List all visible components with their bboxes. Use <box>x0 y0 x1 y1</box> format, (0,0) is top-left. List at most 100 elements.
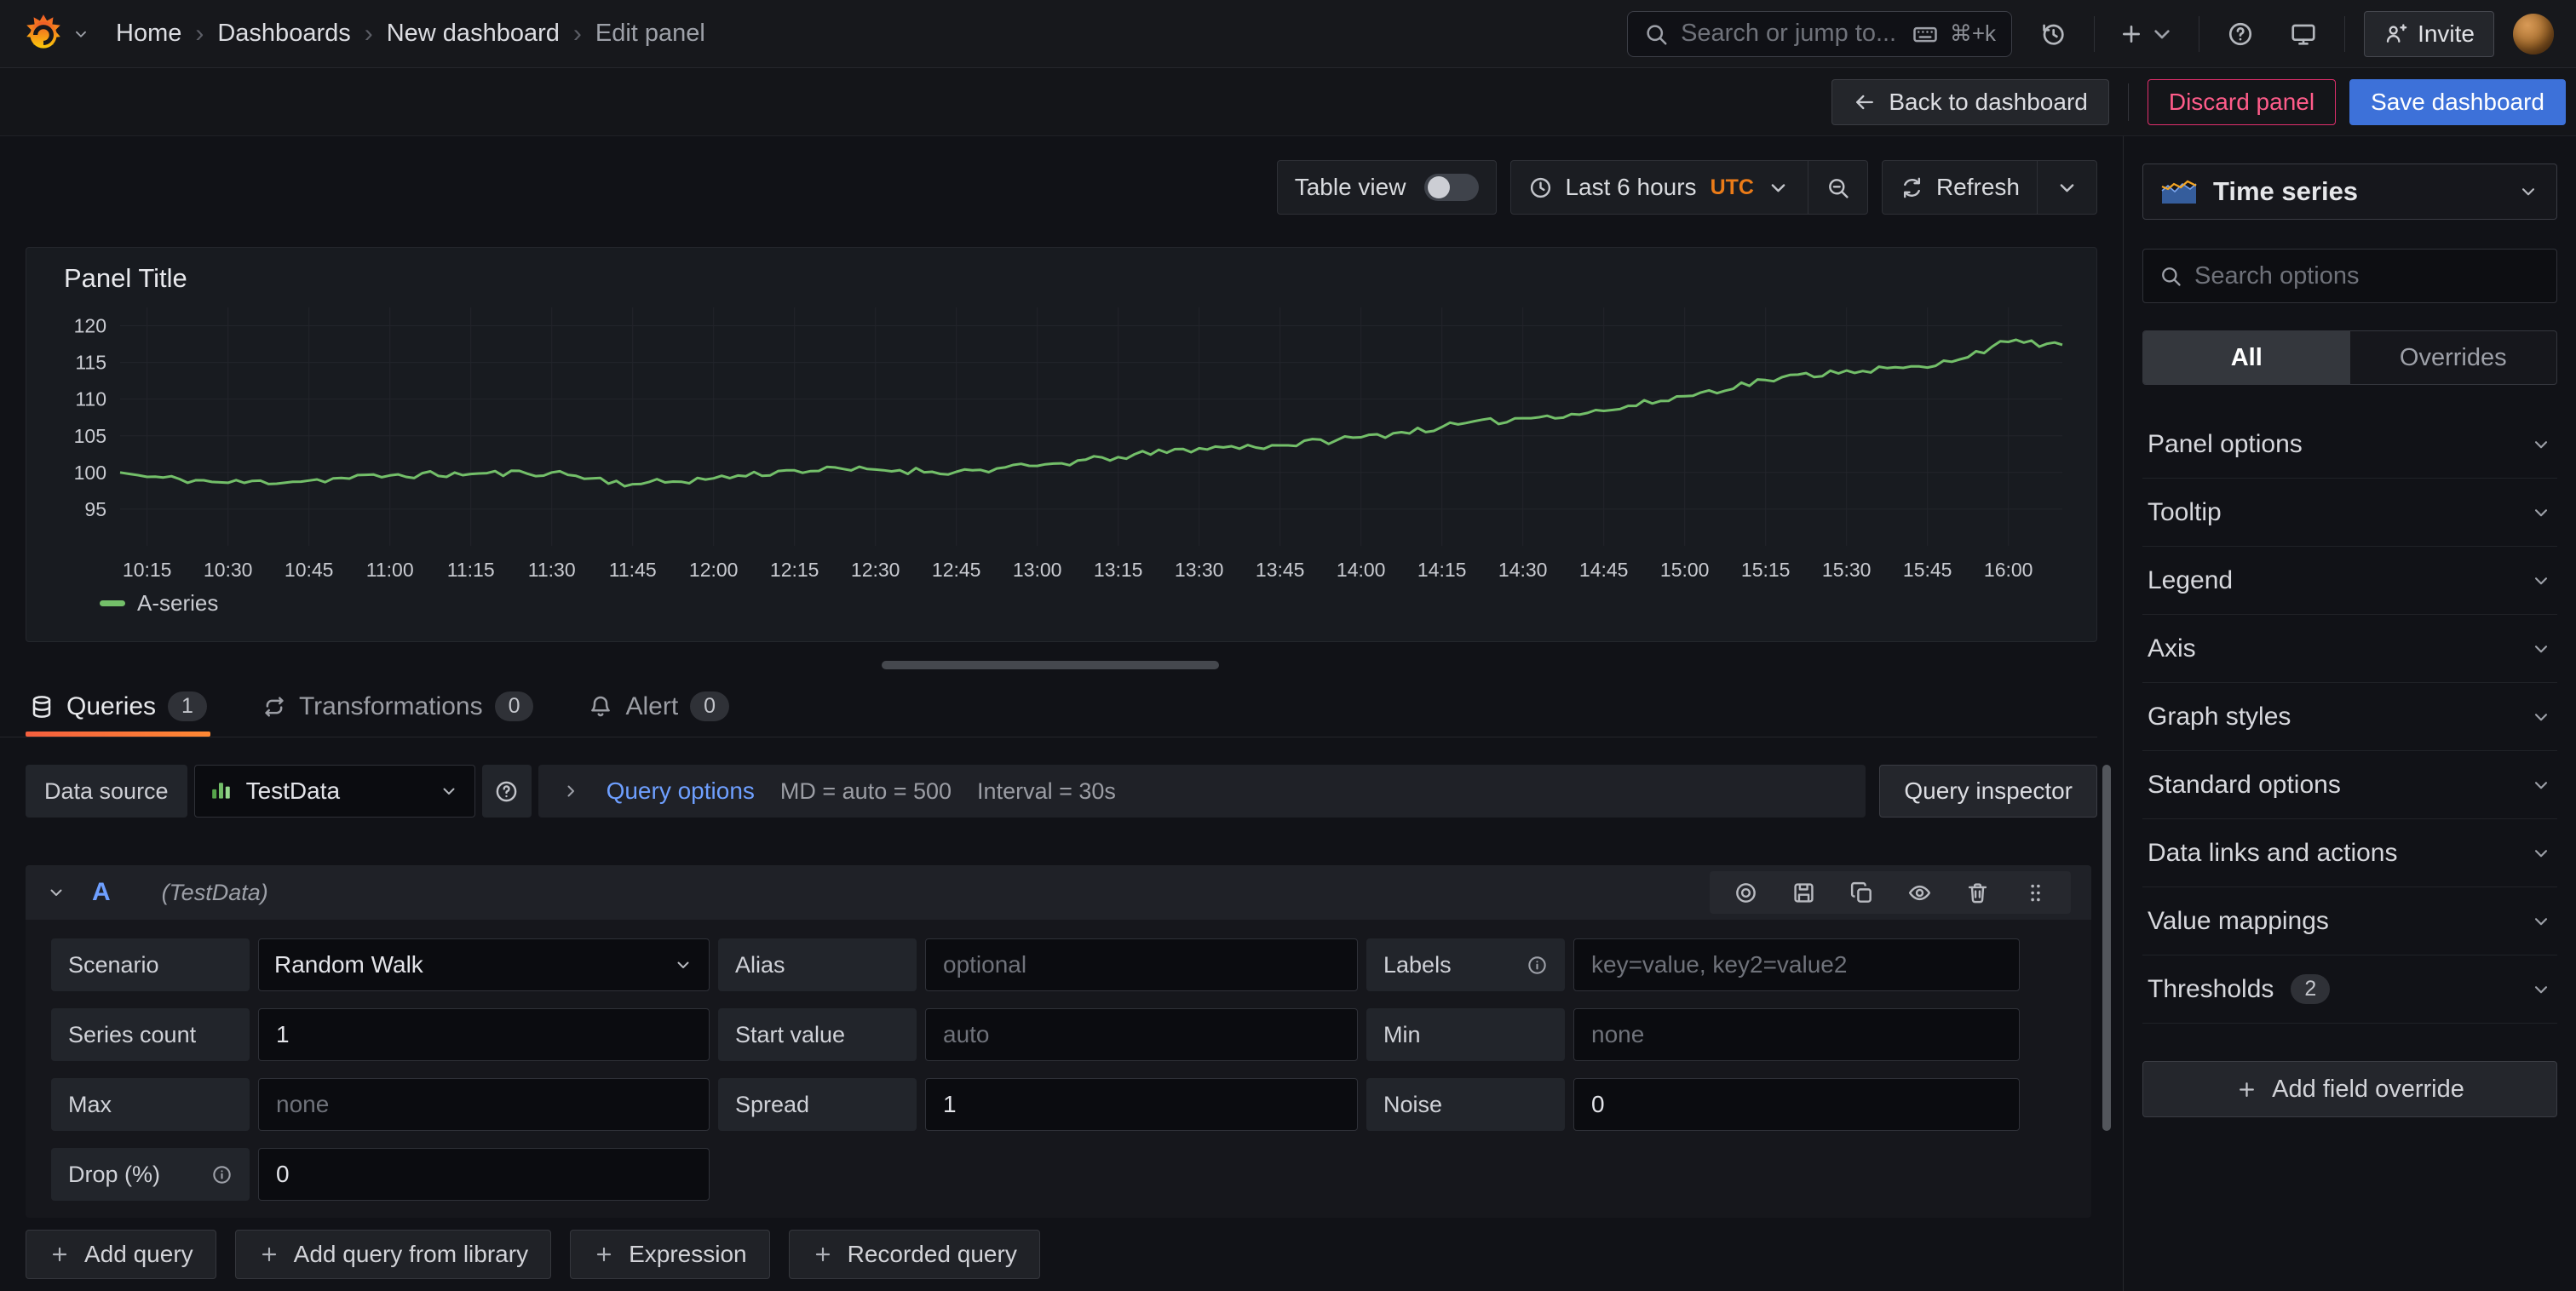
query-inspector-button[interactable]: Query inspector <box>1879 765 2097 818</box>
new-menu-button[interactable] <box>2113 12 2180 56</box>
series-count-input[interactable] <box>258 1008 710 1061</box>
section-panel-options[interactable]: Panel options <box>2142 410 2557 479</box>
section-axis[interactable]: Axis <box>2142 615 2557 683</box>
segment-overrides[interactable]: Overrides <box>2350 331 2557 384</box>
chevron-right-icon <box>561 781 581 801</box>
discard-panel-button[interactable]: Discard panel <box>2148 79 2336 125</box>
drop-percent-label: Drop (%) <box>51 1148 250 1201</box>
add-field-override-button[interactable]: Add field override <box>2142 1061 2557 1117</box>
noise-input[interactable] <box>1573 1078 2020 1131</box>
svg-text:14:30: 14:30 <box>1498 559 1548 581</box>
chevron-down-icon <box>2055 175 2079 200</box>
datasource-picker[interactable]: TestData <box>194 765 475 818</box>
history-button[interactable] <box>2031 12 2075 56</box>
help-button[interactable] <box>2218 12 2263 56</box>
back-to-dashboard-button[interactable]: Back to dashboard <box>1831 79 2109 125</box>
svg-text:16:00: 16:00 <box>1984 559 2033 581</box>
section-thresholds[interactable]: Thresholds2 <box>2142 955 2557 1024</box>
refresh-interval-picker[interactable] <box>2037 161 2096 214</box>
drop-percent-input[interactable] <box>258 1148 710 1201</box>
save-query-button[interactable] <box>1790 879 1817 906</box>
save-icon <box>1791 881 1816 905</box>
zoom-out-button[interactable] <box>1808 161 1867 214</box>
delete-query-button[interactable] <box>1964 879 1991 906</box>
options-search-input[interactable] <box>2194 262 2541 290</box>
time-range-picker[interactable]: Last 6 hours UTC <box>1511 161 1808 214</box>
breadcrumb-item-dashboards[interactable]: Dashboards <box>217 20 350 48</box>
panel-title[interactable]: Panel Title <box>49 260 2074 299</box>
invite-label: Invite <box>2418 20 2475 48</box>
vertical-scrollbar[interactable] <box>2102 765 2111 1131</box>
add-query-button[interactable]: Add query <box>26 1230 216 1279</box>
time-range-label: Last 6 hours <box>1565 174 1696 201</box>
section-graph-styles[interactable]: Graph styles <box>2142 683 2557 751</box>
plus-icon <box>812 1243 834 1265</box>
start-value-input[interactable] <box>925 1008 1358 1061</box>
labels-input[interactable] <box>1573 938 2020 991</box>
section-tooltip[interactable]: Tooltip <box>2142 479 2557 547</box>
svg-text:115: 115 <box>75 352 106 374</box>
section-standard-options[interactable]: Standard options <box>2142 751 2557 819</box>
form-row: ScenarioRandom WalkAliasLabels <box>51 938 2066 991</box>
query-options-bar[interactable]: Query options MD = auto = 500 Interval =… <box>538 765 1866 818</box>
options-search[interactable] <box>2142 249 2557 303</box>
search-input[interactable] <box>1681 20 1900 48</box>
tab-queries[interactable]: Queries1 <box>29 676 207 737</box>
tab-count-badge: 1 <box>168 691 207 721</box>
breadcrumb-item-new-dashboard[interactable]: New dashboard <box>387 20 560 48</box>
toggle-knob <box>1428 176 1450 198</box>
tab-alert[interactable]: Alert0 <box>588 676 729 737</box>
keyboard-icon <box>1912 21 1938 47</box>
chevron-down-icon <box>2517 181 2539 203</box>
section-legend[interactable]: Legend <box>2142 547 2557 615</box>
tab-transformations[interactable]: Transformations0 <box>262 676 534 737</box>
section-label: Thresholds <box>2148 975 2274 1004</box>
news-button[interactable] <box>2281 12 2326 56</box>
series-count-label: Series count <box>51 1008 250 1061</box>
svg-text:15:15: 15:15 <box>1741 559 1791 581</box>
section-data-links-and-actions[interactable]: Data links and actions <box>2142 819 2557 887</box>
horizontal-scrollbar[interactable] <box>882 661 1219 669</box>
scenario-select[interactable]: Random Walk <box>258 938 710 991</box>
drag-handle[interactable] <box>2021 879 2049 906</box>
org-menu[interactable] <box>22 13 90 55</box>
legend-item-a-series[interactable]: A-series <box>100 590 218 617</box>
section-value-mappings[interactable]: Value mappings <box>2142 887 2557 955</box>
breadcrumb-item-home[interactable]: Home <box>116 20 181 48</box>
duplicate-query-button[interactable] <box>1848 879 1875 906</box>
max-input[interactable] <box>258 1078 710 1131</box>
target-icon-button[interactable] <box>1732 879 1759 906</box>
query-options-label[interactable]: Query options <box>607 777 755 805</box>
table-view-group: Table view <box>1277 160 1498 215</box>
timeseries-viz-icon <box>2160 178 2198 205</box>
refresh-button[interactable]: Refresh <box>1883 161 2037 214</box>
svg-text:100: 100 <box>74 462 106 484</box>
expression-button[interactable]: Expression <box>570 1230 770 1279</box>
legend-series-label: A-series <box>137 590 218 617</box>
visualization-picker[interactable]: Time series <box>2142 164 2557 220</box>
save-dashboard-button[interactable]: Save dashboard <box>2349 79 2566 125</box>
svg-text:15:45: 15:45 <box>1903 559 1952 581</box>
min-input[interactable] <box>1573 1008 2020 1061</box>
query-editor-card: A (TestData) ScenarioRandom WalkAliasLab… <box>26 865 2091 1218</box>
alias-input[interactable] <box>925 938 1358 991</box>
spread-input[interactable] <box>925 1078 1358 1131</box>
active-tab-underline <box>26 732 210 737</box>
form-row: Series countStart valueMin <box>51 1008 2066 1061</box>
scenario-label: Scenario <box>51 938 250 991</box>
search-box[interactable]: ⌘+k <box>1627 11 2012 57</box>
datasource-help-button[interactable] <box>482 765 532 818</box>
svg-text:13:30: 13:30 <box>1175 559 1224 581</box>
chevron-down-icon <box>2148 20 2176 48</box>
table-view-switch[interactable] <box>1424 174 1479 201</box>
refresh-label: Refresh <box>1936 174 2020 201</box>
query-header[interactable]: A (TestData) <box>26 865 2091 920</box>
table-view-toggle[interactable]: Table view <box>1278 161 1497 214</box>
toggle-visibility-button[interactable] <box>1906 879 1933 906</box>
invite-button[interactable]: Invite <box>2364 11 2494 57</box>
add-query-from-library-button[interactable]: Add query from library <box>235 1230 551 1279</box>
recorded-query-button[interactable]: Recorded query <box>789 1230 1040 1279</box>
segment-all[interactable]: All <box>2143 331 2350 384</box>
avatar[interactable] <box>2513 14 2554 55</box>
edit-tabs: Queries1 Transformations0 Alert0 <box>0 676 2097 737</box>
